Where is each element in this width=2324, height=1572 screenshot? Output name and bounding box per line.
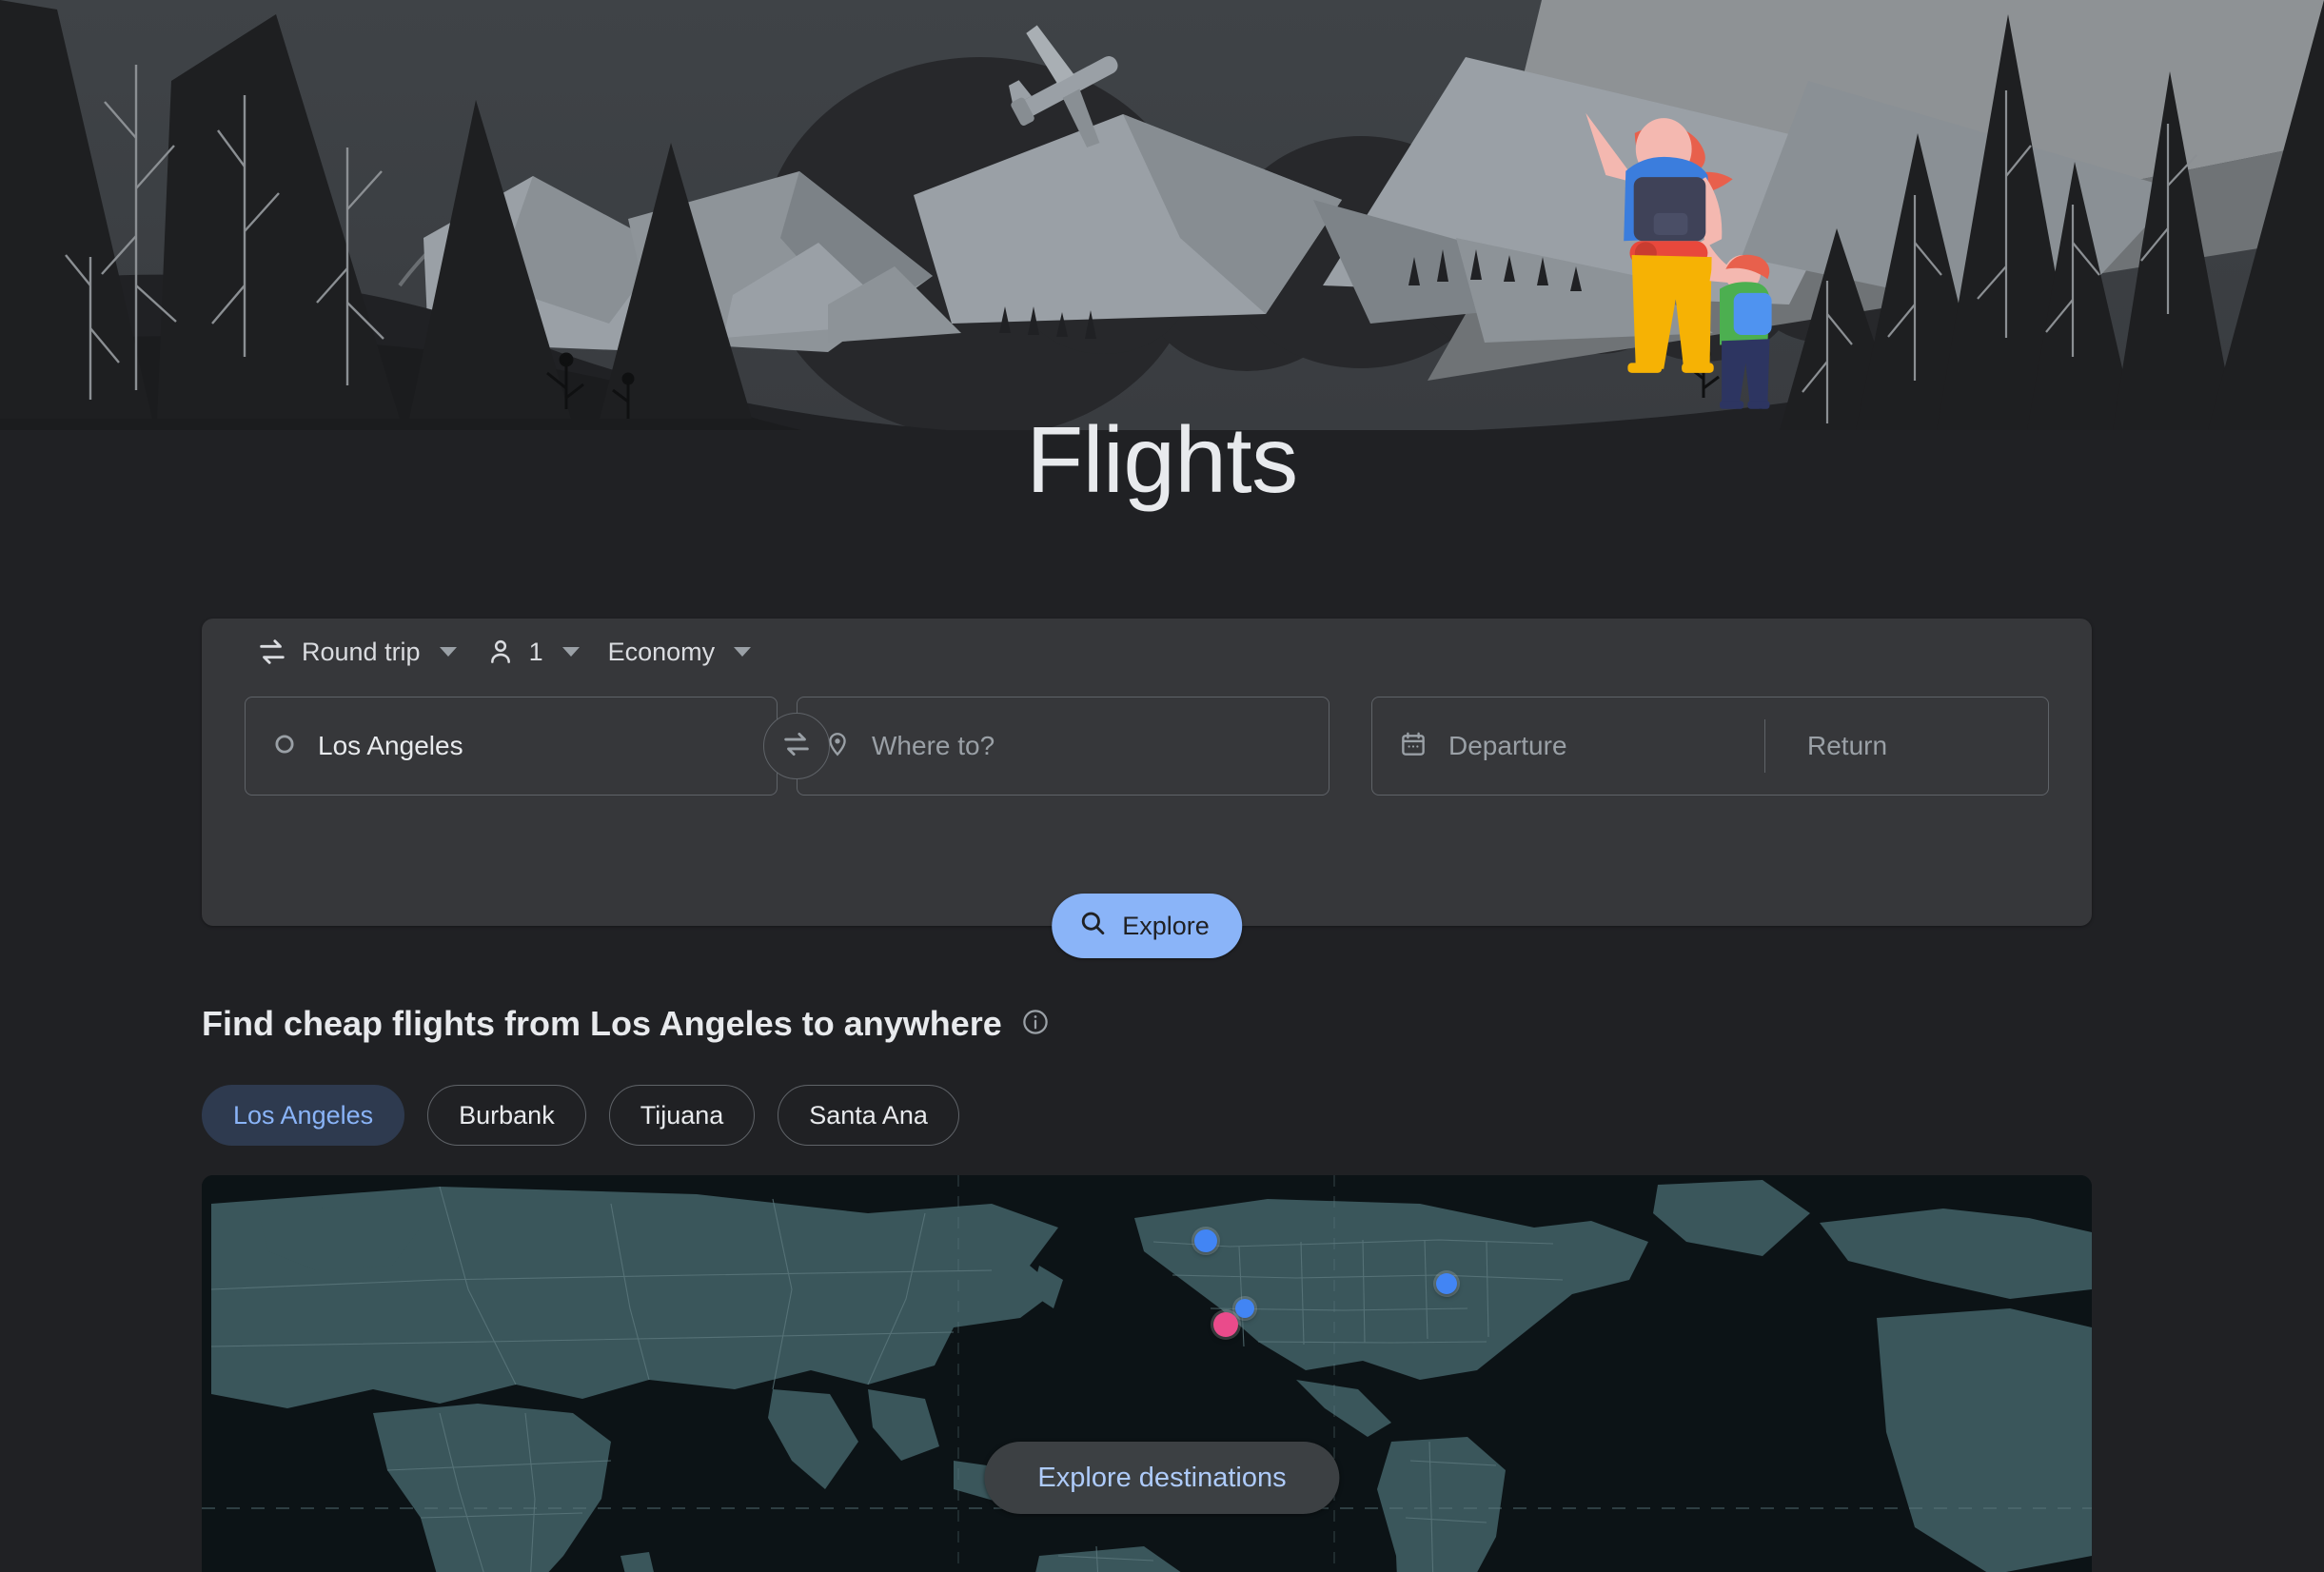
explore-button-label: Explore — [1122, 911, 1210, 940]
date-divider — [1764, 719, 1765, 773]
origin-value: Los Angeles — [318, 731, 463, 760]
origin-destination-group: Los Angeles Where to? — [245, 697, 1329, 796]
chip-tijuana[interactable]: Tijuana — [608, 1085, 756, 1146]
return-date-input[interactable]: Return — [1771, 731, 1887, 761]
person-icon — [485, 637, 516, 667]
hero-illustration — [0, 0, 2324, 430]
flight-search-card: Round trip 1 Economy Los Angeles Where t… — [202, 619, 2092, 958]
trip-type-label: Round trip — [302, 637, 421, 666]
destination-marker-1[interactable] — [1194, 1229, 1217, 1252]
trip-type-selector[interactable]: Round trip — [245, 625, 468, 678]
cabin-class-label: Economy — [607, 637, 716, 666]
destination-marker-2[interactable] — [1235, 1299, 1254, 1318]
destination-placeholder: Where to? — [872, 731, 995, 760]
hero-banner — [0, 0, 2324, 430]
passengers-selector[interactable]: 1 — [474, 625, 591, 678]
circle-origin-icon — [272, 732, 297, 761]
return-placeholder: Return — [1807, 731, 1888, 760]
origin-input[interactable]: Los Angeles — [245, 697, 778, 796]
chevron-down-icon — [734, 647, 752, 657]
search-options-row: Round trip 1 Economy — [202, 619, 2092, 685]
search-fields-row: Los Angeles Where to? Departure Return — [202, 697, 2092, 796]
search-icon — [1078, 909, 1107, 944]
departure-placeholder: Departure — [1448, 731, 1567, 760]
origin-city-chips: Los Angeles Burbank Tijuana Santa Ana — [202, 1085, 959, 1146]
page-section-title: Find cheap flights from Los Angeles to a… — [202, 1004, 1002, 1043]
explore-button[interactable]: Explore — [1052, 894, 1242, 958]
swap-horizontal-icon — [256, 636, 288, 668]
departure-date-input[interactable]: Departure — [1399, 730, 1759, 763]
dates-field[interactable]: Departure Return — [1371, 697, 2049, 796]
page-title-wrapper: Flights — [0, 407, 2324, 512]
cabin-class-selector[interactable]: Economy — [597, 625, 763, 678]
chip-los-angeles[interactable]: Los Angeles — [202, 1085, 405, 1146]
section-heading: Find cheap flights from Los Angeles to a… — [202, 1004, 1050, 1044]
passengers-count: 1 — [528, 637, 543, 666]
destination-marker-3[interactable] — [1436, 1273, 1457, 1294]
swap-origin-destination-button[interactable] — [763, 713, 830, 779]
info-icon[interactable] — [1021, 1008, 1050, 1041]
explore-destinations-button[interactable]: Explore destinations — [984, 1442, 1340, 1514]
chip-burbank[interactable]: Burbank — [427, 1085, 586, 1146]
chevron-down-icon — [561, 647, 580, 657]
destination-input[interactable]: Where to? — [797, 697, 1329, 796]
calendar-icon — [1399, 730, 1428, 763]
los-angeles-origin-marker[interactable] — [1213, 1312, 1238, 1337]
page-title: Flights — [1026, 407, 1298, 512]
chevron-down-icon — [439, 647, 457, 657]
chip-santa-ana[interactable]: Santa Ana — [778, 1085, 959, 1146]
swap-arrows-icon — [780, 728, 813, 765]
